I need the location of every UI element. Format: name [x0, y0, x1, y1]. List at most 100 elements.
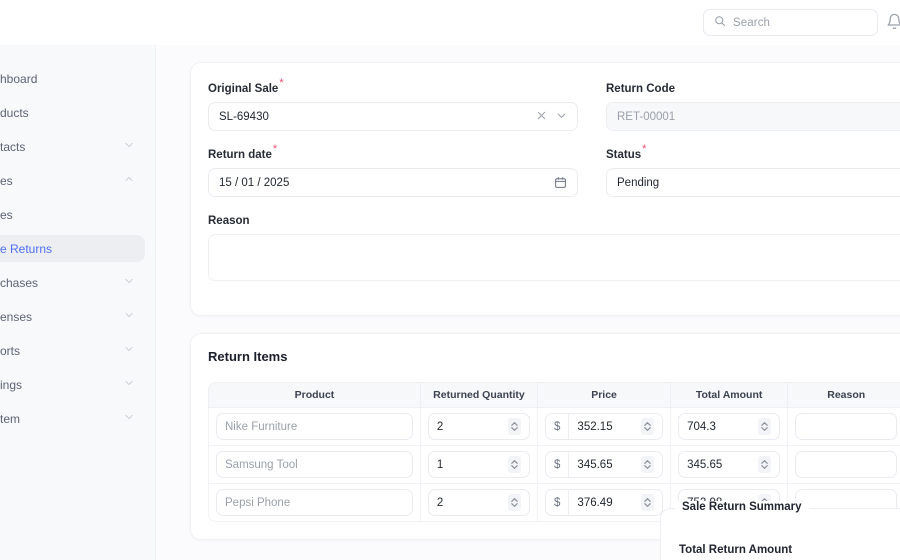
total-amount-input[interactable]: 345.65 [678, 451, 781, 478]
status-value: Pending [617, 176, 660, 189]
price-value: 345.65 [577, 458, 613, 471]
return-date-label: Return date [208, 149, 272, 161]
sidebar-item-label: orts [0, 343, 21, 358]
product-input[interactable]: Nike Furniture [216, 413, 413, 440]
quantity-stepper[interactable]: 2 [427, 413, 531, 440]
table-row: Nike Furniture 2 $ 352.15 704.3 [208, 408, 900, 446]
reason-label: Reason [208, 215, 250, 227]
stepper-control[interactable] [641, 456, 655, 473]
total-amount-input[interactable]: 704.3 [678, 413, 781, 440]
price-value: 376.49 [577, 496, 613, 509]
reason-textarea[interactable] [208, 234, 900, 281]
sidebar-item-label: enses [0, 309, 33, 324]
cell-total: 345.65 [671, 446, 789, 484]
quantity-value: 1 [436, 458, 444, 471]
sidebar-item-label: es [0, 207, 13, 222]
chevron-down-icon[interactable] [123, 410, 135, 428]
cell-reason [788, 408, 900, 446]
return-date-value: 15 / 01 / 2025 [219, 176, 290, 189]
sidebar-item-label: ings [0, 377, 23, 392]
sidebar-item-settings[interactable]: ings [0, 371, 145, 398]
field-status: Status* Pending [606, 143, 900, 197]
cell-product: Pepsi Phone [208, 484, 421, 522]
column-header: Returned Quantity [420, 382, 539, 408]
cell-quantity: 2 [420, 484, 539, 522]
product-input[interactable]: Pepsi Phone [216, 489, 413, 516]
chevron-down-icon[interactable] [123, 342, 135, 360]
cell-quantity: 1 [420, 446, 539, 484]
sidebar-item-label: chases [0, 275, 39, 290]
close-icon[interactable] [536, 110, 547, 124]
chevron-down-icon[interactable] [123, 274, 135, 292]
required-asterisk: * [272, 142, 278, 155]
sidebar-item-label: ducts [0, 105, 29, 120]
quantity-stepper[interactable]: 1 [427, 451, 531, 478]
stepper-control[interactable] [508, 456, 522, 473]
total-value: 345.65 [687, 458, 723, 471]
reason-input[interactable] [795, 413, 898, 440]
return-code-label: Return Code [606, 83, 675, 95]
product-value: Samsung Tool [225, 458, 298, 471]
sidebar-item-expenses[interactable]: enses [0, 303, 145, 330]
chevron-down-icon[interactable] [123, 138, 135, 156]
sidebar-item-dashboard[interactable]: hboard [0, 65, 145, 92]
bell-icon[interactable] [886, 13, 900, 33]
top-bar: Search [0, 0, 900, 45]
price-input[interactable]: $ 345.65 [545, 451, 664, 478]
price-input[interactable]: $ 376.49 [545, 489, 664, 516]
total-value: 704.3 [687, 420, 716, 433]
stepper-control[interactable] [641, 494, 655, 511]
return-date-input[interactable]: 15 / 01 / 2025 [208, 168, 578, 197]
stepper-control[interactable] [641, 418, 655, 435]
sidebar-item-label: es [0, 173, 13, 188]
chevron-down-icon[interactable] [123, 308, 135, 326]
return-items-title: Return Items [208, 349, 288, 364]
search-input[interactable]: Search [703, 9, 878, 36]
sidebar-item-sale returns[interactable]: e Returns [0, 235, 145, 262]
reason-input[interactable] [795, 451, 898, 478]
price-input[interactable]: $ 352.15 [545, 413, 664, 440]
field-return-code: Return Code RET-00001 [606, 79, 900, 131]
sidebar-item-reports[interactable]: orts [0, 337, 145, 364]
cell-price: $ 345.65 [538, 446, 672, 484]
quantity-value: 2 [436, 496, 444, 509]
original-sale-label: Original Sale [208, 83, 279, 95]
sidebar-item-label: tem [0, 411, 21, 426]
chevron-down-icon[interactable] [556, 110, 567, 124]
sidebar-item-contacts[interactable]: tacts [0, 133, 145, 160]
sidebar-item-system[interactable]: tem [0, 405, 145, 432]
column-header: Price [538, 382, 672, 408]
stepper-control[interactable] [758, 456, 772, 473]
quantity-stepper[interactable]: 2 [427, 489, 531, 516]
sidebar-item-label: hboard [0, 71, 38, 86]
summary-legend: Sale Return Summary [675, 501, 809, 513]
stepper-control[interactable] [508, 494, 522, 511]
total-return-amount-label: Total Return Amount [679, 544, 793, 556]
cell-price: $ 352.15 [538, 408, 672, 446]
quantity-value: 2 [436, 420, 444, 433]
status-input[interactable]: Pending [606, 168, 900, 197]
sidebar-item-sales[interactable]: es [0, 201, 145, 228]
field-reason: Reason [208, 211, 900, 281]
chevron-up-icon[interactable] [123, 172, 135, 190]
field-return-date: Return date* 15 / 01 / 2025 [208, 142, 578, 197]
stepper-control[interactable] [758, 418, 772, 435]
product-input[interactable]: Samsung Tool [216, 451, 413, 478]
sidebar-item-sales[interactable]: es [0, 167, 145, 194]
stepper-control[interactable] [508, 418, 522, 435]
original-sale-input[interactable]: SL-69430 [208, 102, 578, 131]
field-original-sale: Original Sale* SL-69430 [208, 77, 578, 131]
column-header: Product [208, 382, 421, 408]
sale-return-summary: Sale Return Summary Total Return Amount [660, 501, 900, 560]
currency-prefix: $ [554, 490, 570, 515]
sidebar-item-label: tacts [0, 139, 26, 154]
original-sale-value: SL-69430 [219, 110, 269, 123]
status-label: Status [606, 149, 642, 161]
chevron-down-icon[interactable] [123, 376, 135, 394]
calendar-icon[interactable] [554, 176, 567, 189]
sidebar-item-products[interactable]: ducts [0, 99, 145, 126]
sidebar-item-purchases[interactable]: chases [0, 269, 145, 296]
cell-reason [788, 446, 900, 484]
sidebar: hboard ducts tacts es es e Returns chase… [0, 45, 156, 560]
column-header: Reason [788, 382, 900, 408]
